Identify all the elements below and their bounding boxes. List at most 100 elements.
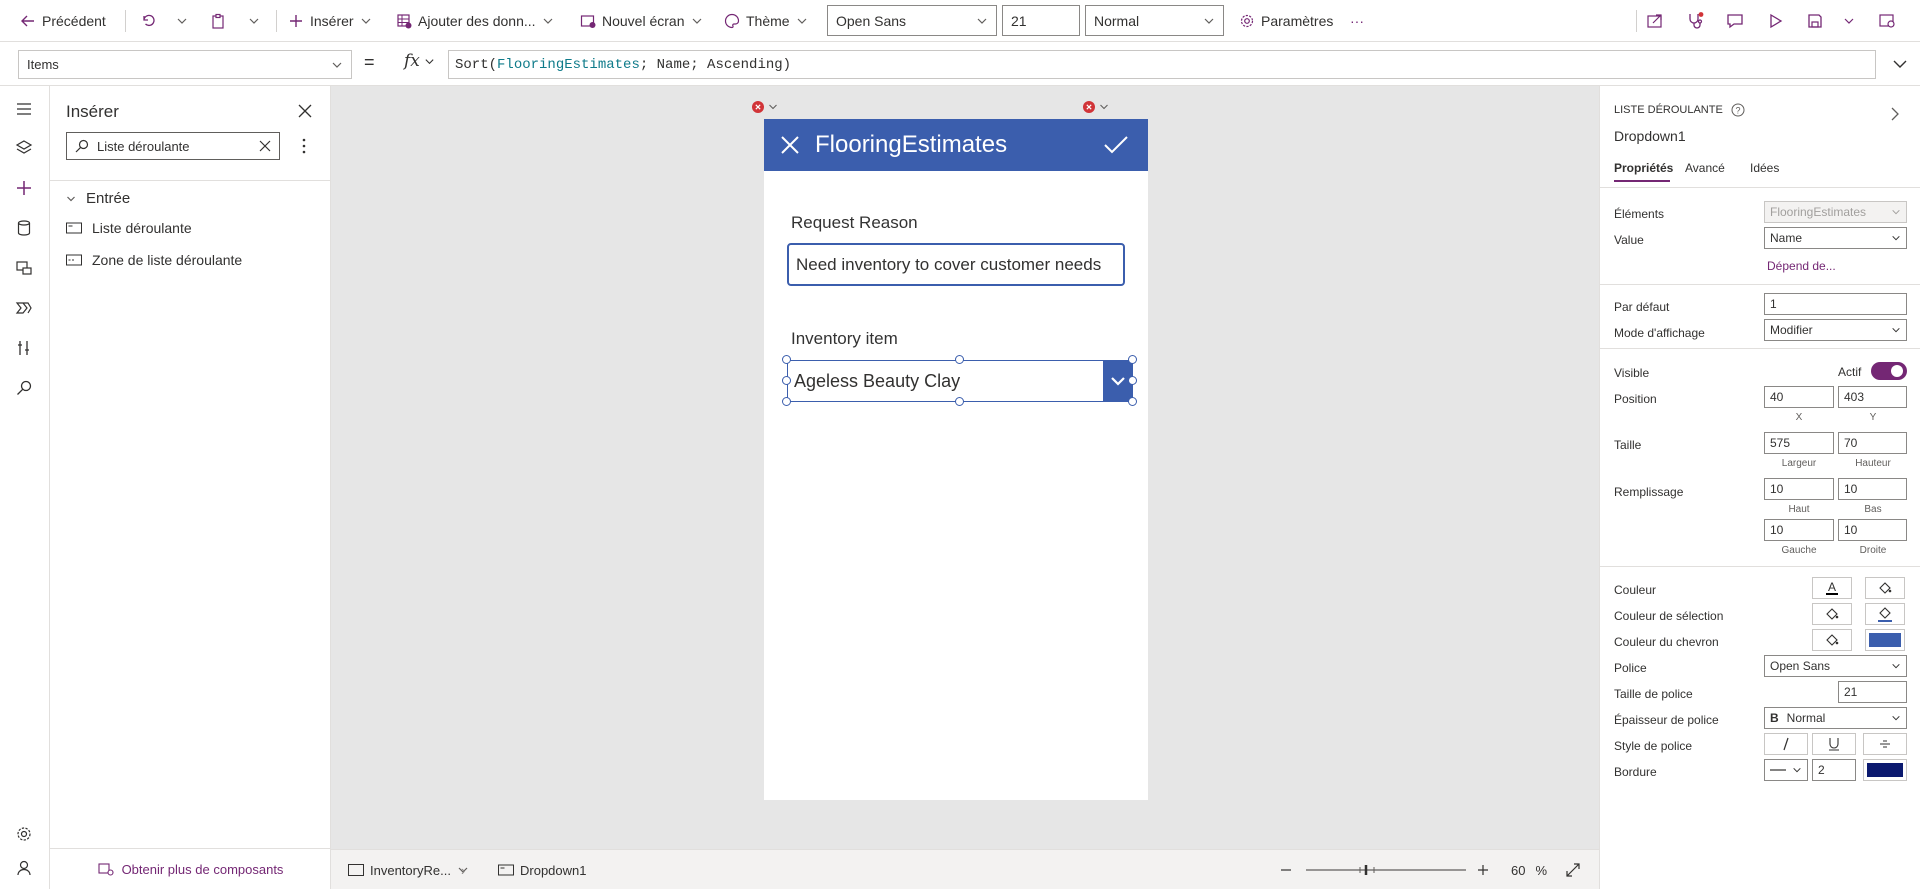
text-color-swatch[interactable]: A <box>1812 577 1852 599</box>
power-automate-rail-button[interactable] <box>13 297 35 319</box>
paste-button[interactable] <box>210 0 226 42</box>
clear-search-icon[interactable] <box>259 140 271 152</box>
default-input[interactable]: 1 <box>1764 293 1907 315</box>
width-input[interactable]: 575 <box>1764 432 1834 454</box>
undo-button[interactable] <box>140 0 156 42</box>
resize-handle-left[interactable] <box>782 376 791 385</box>
border-width-input[interactable]: 2 <box>1812 759 1856 781</box>
font-size-input[interactable]: 21 <box>1002 5 1080 36</box>
italic-button[interactable] <box>1764 733 1808 755</box>
app-checker-button[interactable] <box>1686 0 1704 42</box>
chevron-color-swatch[interactable] <box>1812 629 1852 651</box>
request-reason-input[interactable]: Need inventory to cover customer needs <box>787 243 1125 286</box>
resize-handle-bottom[interactable] <box>955 397 964 406</box>
padding-bottom-input[interactable]: 10 <box>1838 478 1907 500</box>
publish-button[interactable] <box>1878 0 1896 42</box>
advanced-tools-rail-button[interactable] <box>13 337 35 359</box>
font-select[interactable]: Open Sans <box>827 5 997 36</box>
settings-rail-button[interactable] <box>13 823 35 845</box>
font-weight-select[interactable]: B Normal <box>1764 707 1907 729</box>
strikethrough-button[interactable] <box>1863 733 1907 755</box>
search-rail-button[interactable] <box>13 377 35 399</box>
data-rail-button[interactable] <box>13 217 35 239</box>
insert-more-button[interactable] <box>302 138 306 154</box>
border-color-swatch[interactable] <box>1863 759 1907 781</box>
submit-button[interactable] <box>1103 135 1129 155</box>
display-mode-select[interactable]: Modifier <box>1764 319 1907 341</box>
resize-handle-bottom-right[interactable] <box>1128 397 1137 406</box>
theme-button[interactable]: Thème <box>724 0 808 42</box>
section-entree[interactable]: Entrée <box>66 190 130 207</box>
menu-button[interactable] <box>13 98 35 120</box>
underline-button[interactable] <box>1812 733 1856 755</box>
selection-color-swatch[interactable] <box>1812 603 1852 625</box>
preview-button[interactable] <box>1766 0 1784 42</box>
height-input[interactable]: 70 <box>1838 432 1907 454</box>
paste-dropdown[interactable] <box>248 0 260 42</box>
fit-to-window-button[interactable] <box>1565 850 1581 889</box>
media-rail-button[interactable] <box>13 257 35 279</box>
zoom-in-button[interactable] <box>1477 850 1489 889</box>
fill-color-swatch[interactable] <box>1865 577 1905 599</box>
tab-ideas[interactable]: Idées <box>1750 161 1779 175</box>
depends-on-link[interactable]: Dépend de... <box>1767 259 1836 273</box>
font-select[interactable]: Open Sans <box>1764 655 1907 677</box>
add-data-button[interactable]: Ajouter des donn... <box>396 0 554 42</box>
screen-breadcrumb[interactable]: InventoryRe... <box>348 850 469 889</box>
cancel-button[interactable] <box>780 135 800 155</box>
padding-top-input[interactable]: 10 <box>1764 478 1834 500</box>
dropdown-value: Ageless Beauty Clay <box>794 370 961 391</box>
resize-handle-bottom-left[interactable] <box>782 397 791 406</box>
padding-left-input[interactable]: 10 <box>1764 519 1834 541</box>
chevron-fill-swatch[interactable] <box>1865 629 1905 651</box>
resize-handle-top-left[interactable] <box>782 355 791 364</box>
resize-handle-right[interactable] <box>1128 376 1137 385</box>
property-select[interactable]: Items <box>18 50 352 79</box>
insert-rail-button[interactable] <box>13 177 35 199</box>
tree-view-button[interactable] <box>13 137 35 159</box>
comments-button[interactable] <box>1726 0 1744 42</box>
error-indicator-right[interactable] <box>1083 101 1109 113</box>
zoom-out-button[interactable] <box>1280 850 1292 889</box>
share-button[interactable] <box>1646 0 1664 42</box>
tab-properties[interactable]: Propriétés <box>1614 161 1673 175</box>
back-button[interactable]: Précédent <box>20 0 106 42</box>
insert-search-input[interactable]: Liste déroulante <box>66 132 280 160</box>
help-icon[interactable]: ? <box>1731 103 1745 117</box>
selection-fill-swatch[interactable] <box>1865 603 1905 625</box>
close-pane-button[interactable] <box>298 104 312 118</box>
collapse-pane-button[interactable] <box>1890 106 1900 122</box>
font-weight-select[interactable]: Normal <box>1085 5 1224 36</box>
position-x-input[interactable]: 40 <box>1764 386 1834 408</box>
more-button[interactable]: ··· <box>1350 0 1364 42</box>
formula-input[interactable]: Sort(FlooringEstimates; Name; Ascending) <box>448 50 1876 79</box>
new-screen-label: Nouvel écran <box>602 13 685 29</box>
new-screen-button[interactable]: Nouvel écran <box>580 0 703 42</box>
insert-button[interactable]: Insérer <box>288 0 372 42</box>
resize-handle-top-right[interactable] <box>1128 355 1137 364</box>
visible-toggle[interactable] <box>1871 362 1907 380</box>
control-breadcrumb[interactable]: Dropdown1 <box>498 850 587 889</box>
font-size-input[interactable]: 21 <box>1838 681 1907 703</box>
settings-button[interactable]: Paramètres <box>1239 0 1333 42</box>
position-y-input[interactable]: 403 <box>1838 386 1907 408</box>
save-button[interactable] <box>1806 0 1824 42</box>
value-select[interactable]: Name <box>1764 227 1907 249</box>
tab-advanced[interactable]: Avancé <box>1685 161 1725 175</box>
insert-item-combobox[interactable]: Zone de liste déroulante <box>66 252 242 268</box>
fx-button[interactable]: fx <box>404 51 435 71</box>
undo-dropdown[interactable] <box>176 0 188 42</box>
virtual-agent-rail-button[interactable] <box>13 857 35 879</box>
save-dropdown[interactable] <box>1843 0 1855 42</box>
expand-formula-button[interactable] <box>1892 56 1908 72</box>
items-select[interactable]: FlooringEstimates <box>1764 201 1907 223</box>
zoom-slider[interactable] <box>1305 850 1467 889</box>
get-more-components-link[interactable]: Obtenir plus de composants <box>50 848 331 889</box>
border-style-select[interactable] <box>1764 759 1808 781</box>
insert-item-dropdown[interactable]: Liste déroulante <box>66 220 192 236</box>
inventory-dropdown[interactable]: Ageless Beauty Clay <box>787 360 1133 402</box>
resize-handle-top[interactable] <box>955 355 964 364</box>
paint-bucket-icon <box>1824 632 1840 648</box>
error-indicator-left[interactable] <box>752 101 778 113</box>
padding-right-input[interactable]: 10 <box>1838 519 1907 541</box>
